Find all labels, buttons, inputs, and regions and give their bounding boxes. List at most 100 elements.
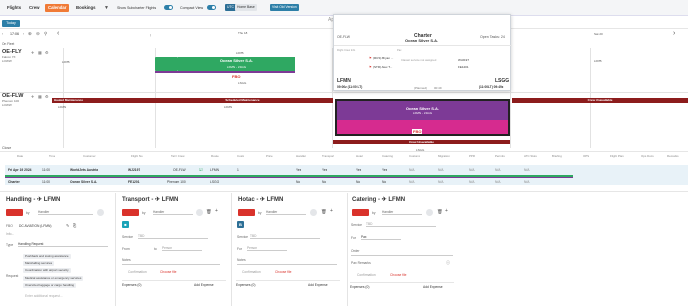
edit-icon[interactable]: ✎ bbox=[66, 223, 69, 228]
choose-file-link[interactable]: Choose file bbox=[275, 270, 292, 274]
order-input[interactable] bbox=[351, 250, 453, 256]
tab-flights[interactable]: Flights bbox=[4, 4, 24, 12]
request-chip[interactable]: Marshalling services bbox=[23, 261, 55, 266]
settings-icon[interactable]: ⚙ bbox=[45, 50, 49, 55]
zoom-in-icon[interactable]: ⊕ bbox=[28, 31, 32, 37]
request-chip[interactable]: Medical assistance or emergency services bbox=[23, 276, 84, 281]
handler-select[interactable]: Handler bbox=[38, 209, 93, 215]
hotel-icon[interactable]: B bbox=[237, 221, 244, 228]
purple-underline bbox=[155, 71, 295, 73]
search-icon[interactable]: ⚲ bbox=[44, 31, 47, 37]
add-icon[interactable]: + bbox=[215, 208, 218, 214]
status-dropdown[interactable] bbox=[122, 209, 139, 216]
compact-view-toggle[interactable] bbox=[207, 5, 216, 10]
tab-crew[interactable]: Crew bbox=[26, 4, 43, 12]
divider bbox=[350, 282, 454, 283]
for-select[interactable]: Person bbox=[247, 245, 287, 251]
zoom-out-icon[interactable]: ⊖ bbox=[36, 31, 40, 37]
crew-unavailable-bar[interactable]: Crew Unavailable bbox=[512, 98, 688, 103]
handler-select[interactable]: Handler bbox=[266, 209, 306, 215]
flight-bar[interactable] bbox=[155, 57, 178, 71]
more-options-icon[interactable] bbox=[97, 209, 104, 216]
add-expense-button[interactable]: Add Expense bbox=[423, 285, 443, 289]
request-chip[interactable]: Oversized luggage or cargo handling bbox=[23, 283, 77, 288]
info-icon[interactable]: ⓘ bbox=[446, 260, 450, 266]
handler-select[interactable]: Handler bbox=[153, 209, 193, 215]
copy-icon[interactable]: ⎘ bbox=[73, 223, 76, 228]
close-button[interactable]: Close bbox=[2, 146, 11, 150]
additional-request-input[interactable]: Enter additional request... bbox=[25, 294, 63, 298]
scheduled-maintenance-bar[interactable]: Scheduled Maintenance bbox=[152, 98, 333, 103]
maintenance-bar[interactable]: Hauled Maintenance bbox=[52, 98, 152, 103]
sic-name: (STR) Alex T... bbox=[373, 65, 393, 69]
notes-input[interactable] bbox=[237, 259, 337, 265]
tab-calendar[interactable]: Calendar bbox=[45, 4, 70, 12]
handler-select[interactable]: Handler bbox=[382, 209, 422, 215]
flight-number: WJ2197 bbox=[458, 58, 470, 62]
delete-icon[interactable]: 🗑 bbox=[321, 209, 327, 215]
more-options-icon[interactable] bbox=[196, 209, 203, 216]
time-next-icon[interactable]: › bbox=[23, 32, 24, 36]
scroll-right-icon[interactable]: › bbox=[673, 30, 675, 37]
visit-old-version-button[interactable]: Visit Old Version bbox=[270, 4, 299, 11]
request-label: Request bbox=[6, 274, 19, 278]
status-dropdown[interactable] bbox=[6, 209, 23, 216]
for-select[interactable]: Pax bbox=[361, 234, 401, 240]
status-dropdown[interactable] bbox=[352, 209, 369, 216]
more-options-icon[interactable] bbox=[310, 209, 317, 216]
request-chip[interactable]: Pushback and towing assistance bbox=[23, 254, 71, 259]
info-link[interactable]: Info... bbox=[6, 232, 14, 236]
aircraft-row-oe-fly[interactable]: OE-FLY Falcon 7X LOWW bbox=[2, 49, 22, 63]
car-icon[interactable]: ■ bbox=[122, 221, 129, 228]
fbo-label: FBO bbox=[232, 74, 241, 79]
check-icon: ☑ bbox=[199, 167, 203, 172]
more-options-icon[interactable] bbox=[426, 209, 433, 216]
col-header: Remarks bbox=[667, 154, 679, 158]
from-select[interactable] bbox=[122, 245, 142, 251]
table-cell-route: LSGG bbox=[210, 180, 220, 184]
add-expense-button[interactable]: Add Expense bbox=[308, 283, 328, 287]
request-chip[interactable]: Coordination with airport security bbox=[23, 268, 71, 273]
add-expense-button[interactable]: Add Expense bbox=[194, 283, 214, 287]
service-select[interactable]: TBD bbox=[250, 233, 320, 239]
plane-icon: ✈ bbox=[31, 94, 35, 99]
today-button[interactable]: Today bbox=[2, 20, 20, 27]
filter-icon[interactable]: ▼ bbox=[104, 5, 109, 11]
expenses-toggle[interactable]: Expenses (0) bbox=[122, 283, 141, 287]
table-cell-ppr: N/A bbox=[469, 180, 475, 184]
popup-customer: Ocean Silver S.A. bbox=[405, 38, 439, 43]
airport-code: LFPB bbox=[594, 59, 602, 63]
delete-icon[interactable]: 🗑 bbox=[206, 209, 212, 215]
day-right-label: Sat 20 bbox=[594, 32, 603, 36]
calendar-icon[interactable]: ▦ bbox=[38, 94, 42, 99]
subcharter-toggle[interactable] bbox=[164, 5, 173, 10]
popup-from: LFMN bbox=[337, 78, 351, 84]
add-icon[interactable]: + bbox=[445, 208, 448, 214]
service-select[interactable]: TBD bbox=[366, 221, 436, 227]
to-select[interactable]: Person bbox=[162, 245, 202, 251]
expenses-toggle[interactable]: Expenses (0) bbox=[236, 283, 255, 287]
calendar-icon[interactable]: ▦ bbox=[38, 50, 42, 55]
fbo-value[interactable]: DC AVIATION (LFMN) bbox=[19, 224, 51, 228]
home-base-button[interactable]: Home Base bbox=[235, 4, 257, 11]
catering-card: Catering - ✈ LFMN by Handler 🗑 + Service… bbox=[346, 193, 460, 306]
flight-bar-magenta[interactable] bbox=[337, 120, 508, 134]
status-dropdown[interactable] bbox=[238, 209, 255, 216]
type-select[interactable]: Handling Request bbox=[18, 241, 108, 247]
choose-file-link[interactable]: Choose file bbox=[390, 273, 407, 277]
notes-input[interactable] bbox=[122, 259, 220, 265]
delete-icon[interactable]: 🗑 bbox=[437, 209, 443, 215]
expenses-toggle[interactable]: Expenses (0) bbox=[350, 285, 369, 289]
popup-reg: OE-FLW bbox=[337, 35, 350, 39]
settings-icon[interactable]: ⚙ bbox=[45, 94, 49, 99]
aircraft-row-oe-flw[interactable]: OE-FLW Phenom 100 LOWW bbox=[2, 93, 23, 107]
time-prev-icon[interactable]: ‹ bbox=[2, 32, 3, 36]
crew-unavailable-bar[interactable]: Crew Unavailable bbox=[333, 140, 510, 144]
flight-bar-ocean-silver[interactable]: Ocean Silver S.A. LFMN - LSGG bbox=[178, 57, 295, 71]
add-icon[interactable]: + bbox=[330, 208, 333, 214]
tab-bookings[interactable]: Bookings bbox=[73, 4, 99, 12]
service-select[interactable]: TBD bbox=[138, 233, 208, 239]
choose-file-link[interactable]: Choose file bbox=[160, 270, 177, 274]
row-progress-bar bbox=[5, 177, 573, 178]
scroll-left-icon[interactable]: ‹ bbox=[57, 30, 59, 37]
